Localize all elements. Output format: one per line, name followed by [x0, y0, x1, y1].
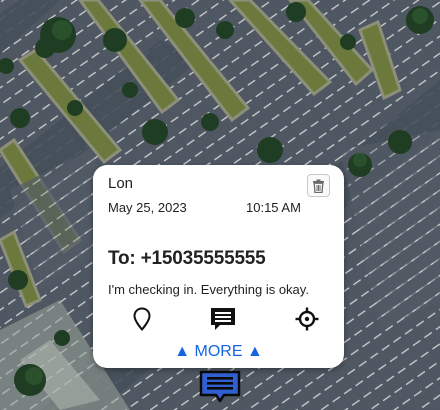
message-text: I'm checking in. Everything is okay.: [108, 282, 309, 297]
message-time: 10:15 AM: [246, 200, 301, 215]
message-date: May 25, 2023: [108, 200, 187, 215]
crosshair-icon: [295, 307, 319, 331]
locate-button[interactable]: [293, 305, 321, 333]
delete-button[interactable]: [307, 174, 330, 197]
more-button[interactable]: ▲ MORE ▲: [93, 343, 344, 361]
reply-button[interactable]: [209, 305, 237, 333]
message-marker[interactable]: [199, 369, 241, 403]
map-pin-icon: [133, 307, 151, 331]
sender-name: Lon: [108, 175, 134, 192]
message-icon: [211, 308, 235, 330]
action-bar: [93, 305, 344, 333]
trash-icon: [313, 179, 324, 193]
message-marker-icon: [199, 370, 241, 403]
recipient-line: To: +15035555555: [108, 248, 266, 269]
location-button[interactable]: [128, 305, 156, 333]
message-popup: Lon May 25, 2023 10:15 AM To: +150355555…: [93, 165, 344, 368]
